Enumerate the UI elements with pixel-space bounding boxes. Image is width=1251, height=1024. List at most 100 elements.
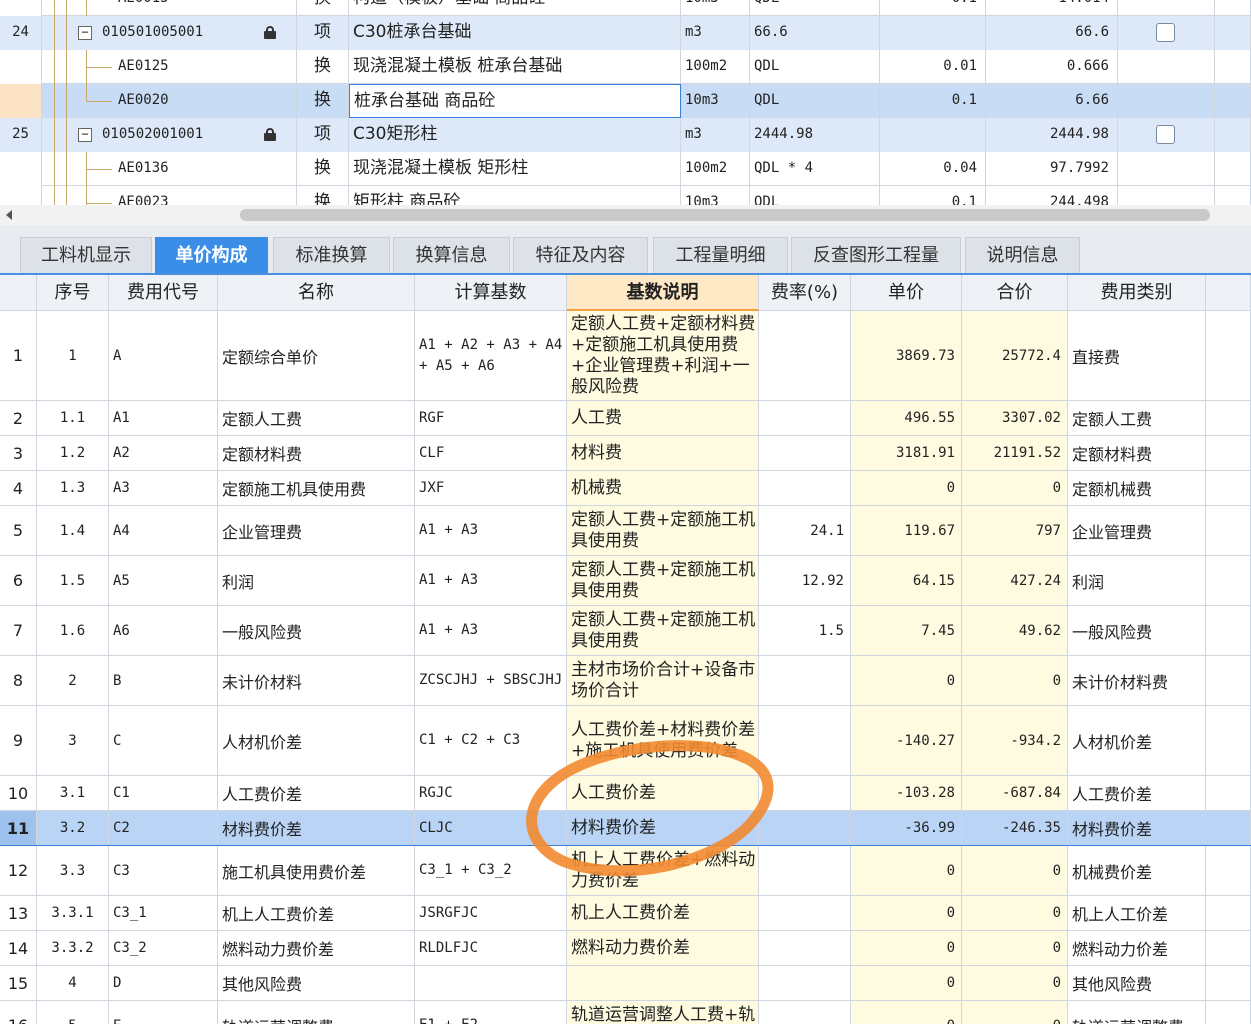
cell-row-number[interactable]: 8 (0, 656, 37, 705)
tab-7[interactable]: 反查图形工程量 (791, 237, 961, 273)
cell-calc-base[interactable]: A1 + A2 + A3 + A4 + A5 + A6 (415, 311, 567, 400)
cell-rate[interactable] (759, 471, 851, 505)
cell-calc-base[interactable]: RLDLFJC (415, 931, 567, 965)
cell-fee-name[interactable]: 未计价材料 (218, 656, 415, 705)
header-row-number[interactable] (0, 275, 37, 311)
cell-fee-category[interactable]: 机上人工价差 (1068, 896, 1206, 930)
cell-rate[interactable] (759, 656, 851, 705)
cell-fee-code[interactable]: A (109, 311, 218, 400)
cell-fee-category[interactable]: 燃料动力价差 (1068, 931, 1206, 965)
cell-fee-name[interactable]: 一般风险费 (218, 606, 415, 655)
price-row[interactable]: 9 3 C 人材机价差 C1 + C2 + C3 人工费价差+材料费价差+施工机具使用费价… (0, 706, 1251, 776)
cell-seq[interactable]: 5 (37, 1001, 109, 1024)
cell-fee-code[interactable]: C3_1 (109, 896, 218, 930)
cell-total-price[interactable]: 49.62 (962, 606, 1068, 655)
cell-fee-category[interactable]: 机械费价差 (1068, 846, 1206, 895)
cell-fee-name[interactable]: 其他风险费 (218, 966, 415, 1000)
cell-unit-price[interactable]: 0 (851, 896, 962, 930)
cell-rate[interactable] (759, 311, 851, 400)
cell-total-price[interactable]: 25772.4 (962, 311, 1068, 400)
price-row[interactable]: 13 3.3.1 C3_1 机上人工费价差 JSRGFJC 机上人工费价差 0 0 机上人工价差 (0, 896, 1251, 931)
cell-fee-name[interactable]: 定额人工费 (218, 401, 415, 435)
cell-fee-category[interactable]: 定额材料费 (1068, 436, 1206, 470)
cell-fee-code[interactable]: A3 (109, 471, 218, 505)
cell-calc-base[interactable]: CLJC (415, 811, 567, 845)
cell-total-price[interactable]: 0 (962, 966, 1068, 1000)
tab-1[interactable]: 工料机显示 (20, 237, 152, 273)
cell-base-description[interactable] (567, 966, 759, 1000)
cell-seq[interactable]: 1.4 (37, 506, 109, 555)
cell-calc-base[interactable]: JXF (415, 471, 567, 505)
cell-row-number[interactable]: 9 (0, 706, 37, 775)
cell-unit-price[interactable]: -103.28 (851, 776, 962, 810)
cell-base-description[interactable]: 定额人工费+定额施工机具使用费 (567, 506, 759, 555)
price-row[interactable]: 12 3.3 C3 施工机具使用费价差 C3_1 + C3_2 机上人工费价差+燃料动力费… (0, 846, 1251, 896)
cell-total-price[interactable]: 797 (962, 506, 1068, 555)
price-row[interactable]: 7 1.6 A6 一般风险费 A1 + A3 定额人工费+定额施工机具使用费 1.5 7.45… (0, 606, 1251, 656)
cell-base-description[interactable]: 材料费价差 (567, 811, 759, 845)
cell-base-description[interactable]: 主材市场价合计+设备市场价合计 (567, 656, 759, 705)
cell-row-number[interactable]: 3 (0, 436, 37, 470)
cell-fee-name[interactable]: 材料费价差 (218, 811, 415, 845)
cell-fee-category[interactable]: 直接费 (1068, 311, 1206, 400)
price-row[interactable]: 14 3.3.2 C3_2 燃料动力费价差 RLDLFJC 燃料动力费价差 0 0 燃料动力价差 (0, 931, 1251, 966)
horizontal-scrollbar[interactable] (0, 205, 1251, 225)
cell-rate[interactable]: 1.5 (759, 606, 851, 655)
cell-calc-base[interactable]: E1 + E2 (415, 1001, 567, 1024)
cell-base-description[interactable]: 定额人工费+定额施工机具使用费 (567, 556, 759, 605)
cell-unit-price[interactable]: 0 (851, 656, 962, 705)
cell-unit-price[interactable]: 0 (851, 1001, 962, 1024)
cell-fee-code[interactable]: E (109, 1001, 218, 1024)
cell-total-price[interactable]: 0 (962, 896, 1068, 930)
cell-total-price[interactable]: 0 (962, 471, 1068, 505)
cell-seq[interactable]: 1.1 (37, 401, 109, 435)
cell-base-description[interactable]: 人工费价差 (567, 776, 759, 810)
cell-fee-name[interactable]: 人材机价差 (218, 706, 415, 775)
price-row[interactable]: 1 1 A 定额综合单价 A1 + A2 + A3 + A4 + A5 + A6 定额人工… (0, 311, 1251, 401)
tab-3[interactable]: 标准换算 (273, 237, 390, 273)
collapse-toggle-icon[interactable]: − (78, 26, 92, 40)
cell-seq[interactable]: 3.3.1 (37, 896, 109, 930)
cell-base-description[interactable]: 机械费 (567, 471, 759, 505)
cell-total-price[interactable]: 0 (962, 1001, 1068, 1024)
cell-rate[interactable] (759, 1001, 851, 1024)
cell-row-number[interactable]: 14 (0, 931, 37, 965)
quota-sub-row[interactable]: AE0136 换现浇混凝土模板 矩形柱 100m2 QDL * 4 0.04 97.799… (0, 152, 1251, 186)
cell-fee-category[interactable]: 定额人工费 (1068, 401, 1206, 435)
quota-sub-row[interactable]: AE0020 换桩承台基础 商品砼 10m3 QDL 0.1 6.66 (0, 84, 1251, 118)
cell-total-price[interactable]: -934.2 (962, 706, 1068, 775)
cell-base-description[interactable]: 定额人工费+定额施工机具使用费 (567, 606, 759, 655)
cell-rate[interactable] (759, 706, 851, 775)
cell-fee-code[interactable]: A2 (109, 436, 218, 470)
cell-calc-base[interactable]: JSRGFJC (415, 896, 567, 930)
cell-fee-category[interactable]: 人工费价差 (1068, 776, 1206, 810)
cell-calc-base[interactable]: RGJC (415, 776, 567, 810)
cell-fee-category[interactable]: 未计价材料费 (1068, 656, 1206, 705)
cell-fee-name[interactable]: 定额施工机具使用费 (218, 471, 415, 505)
price-row[interactable]: 6 1.5 A5 利润 A1 + A3 定额人工费+定额施工机具使用费 12.92 64.15… (0, 556, 1251, 606)
cell-fee-name[interactable]: 机上人工费价差 (218, 896, 415, 930)
header-rate[interactable]: 费率(%) (759, 275, 851, 311)
header-total-price[interactable]: 合价 (962, 275, 1068, 311)
cell-total-price[interactable]: 21191.52 (962, 436, 1068, 470)
cell-rate[interactable] (759, 966, 851, 1000)
price-row[interactable]: 16 5 E 轨道运营调整费 E1 + E2 轨道运营调整人工费+轨道运营调整机械费 0 0 轨… (0, 1001, 1251, 1024)
cell-seq[interactable]: 2 (37, 656, 109, 705)
cell-base-description[interactable]: 定额人工费+定额材料费+定额施工机具使用费+企业管理费+利润+一般风险费 (567, 311, 759, 400)
cell-unit-price[interactable]: 0 (851, 966, 962, 1000)
tab-6[interactable]: 工程量明细 (653, 237, 788, 273)
cell-unit-price[interactable]: 3181.91 (851, 436, 962, 470)
cell-base-description[interactable]: 人工费 (567, 401, 759, 435)
cell-fee-code[interactable]: A6 (109, 606, 218, 655)
cell-base-description[interactable]: 轨道运营调整人工费+轨道运营调整机械费 (567, 1001, 759, 1024)
cell-seq[interactable]: 1.6 (37, 606, 109, 655)
cell-seq[interactable]: 3 (37, 706, 109, 775)
header-calc-base[interactable]: 计算基数 (415, 275, 567, 311)
cell-row-number[interactable]: 1 (0, 311, 37, 400)
cell-rate[interactable] (759, 811, 851, 845)
cell-rate[interactable]: 24.1 (759, 506, 851, 555)
cell-seq[interactable]: 3.1 (37, 776, 109, 810)
cell-total-price[interactable]: 0 (962, 846, 1068, 895)
header-fee-name[interactable]: 名称 (218, 275, 415, 311)
cell-fee-code[interactable]: C3_2 (109, 931, 218, 965)
